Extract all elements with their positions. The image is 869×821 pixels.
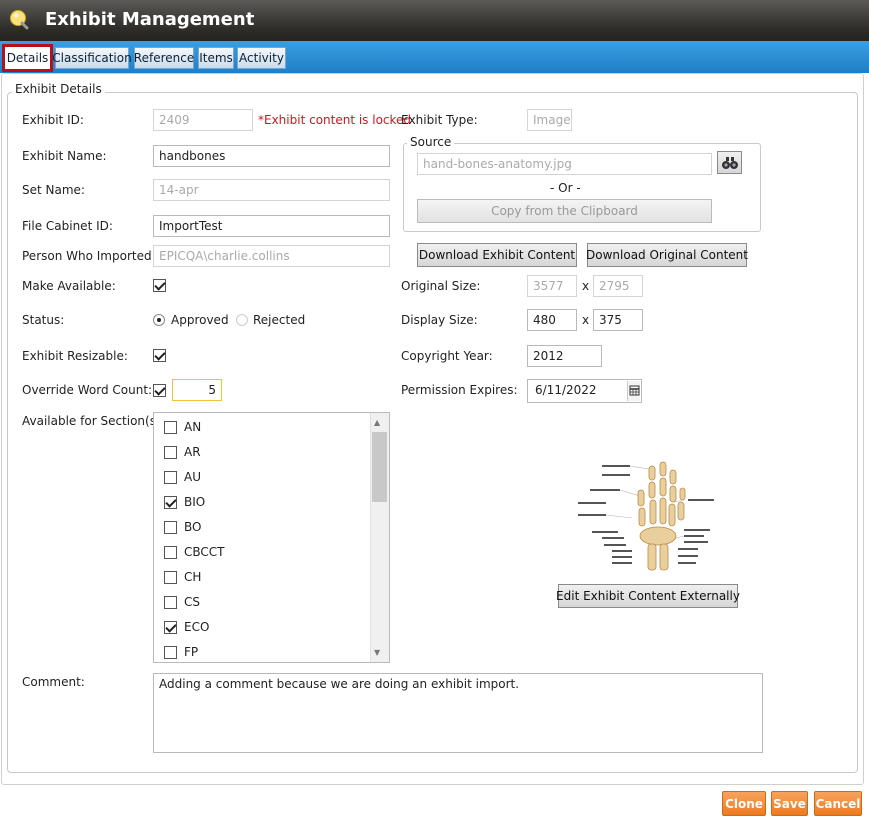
file-cabinet-id-field[interactable]: ImportTest — [153, 215, 390, 237]
section-checkbox-ar[interactable] — [164, 446, 177, 459]
permission-expires-label: Permission Expires: — [401, 383, 518, 397]
section-label: BO — [184, 520, 202, 534]
section-label: AR — [184, 445, 201, 459]
sections-label: Available for Section(s) — [22, 414, 161, 428]
original-width-field: 3577 — [527, 275, 577, 297]
source-file-field: hand-bones-anatomy.jpg — [417, 153, 712, 175]
lightbulb-icon — [10, 10, 29, 30]
scroll-up-icon[interactable]: ▲ — [374, 418, 380, 427]
copyright-year-field[interactable]: 2012 — [527, 345, 602, 367]
tab-details[interactable]: Details — [2, 44, 53, 72]
binoculars-icon — [721, 156, 738, 169]
status-rejected-radio[interactable] — [236, 314, 248, 326]
tab-activity[interactable]: Activity — [237, 47, 286, 69]
section-label: CS — [184, 595, 200, 609]
or-separator: - Or - — [550, 181, 581, 195]
display-width-field[interactable]: 480 — [527, 309, 577, 331]
section-label: BIO — [184, 495, 206, 509]
download-exhibit-button[interactable]: Download Exhibit Content — [417, 243, 577, 267]
copyright-year-label: Copyright Year: — [401, 349, 493, 363]
section-checkbox-an[interactable] — [164, 421, 177, 434]
comment-label: Comment: — [22, 675, 85, 689]
person-imported-label: Person Who Imported: — [22, 249, 156, 263]
calendar-button[interactable] — [627, 381, 640, 401]
source-legend: Source — [407, 135, 455, 149]
original-height-field: 2795 — [593, 275, 643, 297]
save-button[interactable]: Save — [771, 791, 808, 816]
section-checkbox-cs[interactable] — [164, 596, 177, 609]
display-size-sep: x — [582, 313, 590, 327]
cancel-button[interactable]: Cancel — [814, 791, 862, 816]
window-title: Exhibit Management — [45, 9, 255, 30]
scroll-thumb[interactable] — [372, 432, 387, 502]
exhibit-resizable-label: Exhibit Resizable: — [22, 349, 128, 363]
status-rejected-label: Rejected — [253, 313, 306, 327]
browse-button[interactable] — [717, 151, 742, 174]
display-size-label: Display Size: — [401, 313, 478, 327]
locked-note: *Exhibit content is locked — [258, 113, 412, 127]
exhibit-resizable-checkbox[interactable] — [153, 349, 166, 362]
copy-clipboard-button[interactable]: Copy from the Clipboard — [417, 199, 712, 223]
exhibit-type-label: Exhibit Type: — [401, 113, 478, 127]
exhibit-id-label: Exhibit ID: — [22, 113, 84, 127]
calendar-icon — [629, 385, 640, 396]
section-label: CBCCT — [184, 545, 225, 559]
set-name-label: Set Name: — [22, 183, 85, 197]
section-checkbox-eco[interactable] — [164, 621, 177, 634]
section-label: FP — [184, 645, 199, 659]
section-checkbox-bo[interactable] — [164, 521, 177, 534]
status-approved-label: Approved — [171, 313, 229, 327]
person-imported-field: EPICQA\charlie.collins — [153, 245, 390, 267]
override-word-count-label: Override Word Count: — [22, 383, 153, 397]
section-label: AN — [184, 420, 202, 434]
section-checkbox-bio[interactable] — [164, 496, 177, 509]
word-count-field[interactable]: 5 — [172, 379, 222, 401]
scroll-down-icon[interactable]: ▼ — [374, 648, 380, 657]
section-label: ECO — [184, 620, 210, 634]
exhibit-type-field: Image — [527, 109, 572, 131]
original-size-sep: x — [582, 279, 590, 293]
permission-expires-field[interactable]: 6/11/2022 — [527, 379, 642, 403]
edit-externally-button[interactable]: Edit Exhibit Content Externally — [556, 584, 740, 608]
tab-reference[interactable]: Reference — [134, 47, 194, 69]
exhibit-preview-image — [572, 456, 720, 571]
section-checkbox-ch[interactable] — [164, 571, 177, 584]
status-label: Status: — [22, 313, 65, 327]
tab-classification[interactable]: Classification — [52, 47, 132, 69]
section-checkbox-fp[interactable] — [164, 646, 177, 659]
comment-textarea[interactable]: Adding a comment because we are doing an… — [153, 673, 763, 753]
section-checkbox-au[interactable] — [164, 471, 177, 484]
sections-list[interactable]: AN AR AU BIO BO CBCCT CH CS ECO FP — [153, 412, 390, 663]
section-checkbox-cbcct[interactable] — [164, 546, 177, 559]
set-name-field: 14-apr — [153, 179, 390, 201]
override-word-count-checkbox[interactable] — [153, 384, 166, 397]
clone-button[interactable]: Clone — [722, 791, 766, 816]
original-size-label: Original Size: — [401, 279, 481, 293]
file-cabinet-id-label: File Cabinet ID: — [22, 219, 113, 233]
display-height-field[interactable]: 375 — [593, 309, 643, 331]
make-available-label: Make Available: — [22, 279, 116, 293]
exhibit-name-field[interactable]: handbones — [153, 145, 390, 167]
exhibit-name-label: Exhibit Name: — [22, 149, 107, 163]
make-available-checkbox[interactable] — [153, 279, 166, 292]
exhibit-id-field: 2409 — [153, 109, 253, 131]
section-label: CH — [184, 570, 202, 584]
status-approved-radio[interactable] — [153, 314, 165, 326]
tab-items[interactable]: Items — [198, 47, 234, 69]
section-label: AU — [184, 470, 201, 484]
exhibit-details-legend: Exhibit Details — [12, 82, 105, 96]
download-original-button[interactable]: Download Original Content — [586, 243, 748, 267]
